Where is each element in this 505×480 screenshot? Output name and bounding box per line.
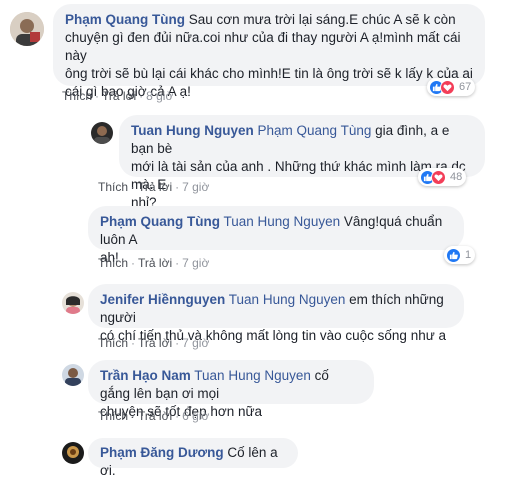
like-link[interactable]: Thích: [98, 180, 128, 194]
separator: ·: [175, 180, 180, 194]
reply-link[interactable]: Trả lời: [138, 256, 172, 270]
reaction-summary[interactable]: 1: [444, 246, 476, 264]
mention-link[interactable]: Phạm Quang Tùng: [258, 123, 372, 138]
comment-line-1: Trần Hạo Nam Tuan Hung Nguyen cố gắng lê…: [100, 367, 362, 403]
comment-actions: Thích · Trả lời · 7 giờ: [98, 180, 209, 194]
like-link[interactable]: Thích: [98, 409, 128, 423]
author-name[interactable]: Jenifer Hiềnnguyen: [100, 292, 225, 307]
comment-4: Jenifer Hiềnnguyen Tuan Hung Nguyen em t…: [0, 280, 505, 360]
comment-bubble: Phạm Quang Tùng Sau cơn mưa trời lại sán…: [53, 4, 485, 99]
timestamp[interactable]: 7 giờ: [182, 180, 209, 194]
comment-line-1: Tuan Hung Nguyen Phạm Quang Tùng gia đìn…: [131, 122, 473, 158]
comment-1: Phạm Quang Tùng Sau cơn mưa trời lại sán…: [0, 0, 505, 110]
author-name[interactable]: Trần Hạo Nam: [100, 368, 191, 383]
like-icon: [446, 247, 461, 263]
mention-link[interactable]: Tuan Hung Nguyen: [194, 368, 311, 383]
separator: ·: [175, 256, 180, 270]
timestamp[interactable]: 8 giờ: [146, 89, 173, 103]
avatar[interactable]: [62, 292, 84, 314]
reply-link[interactable]: Trả lời: [102, 89, 136, 103]
comment-actions: Thích · Trả lời · 6 giờ: [98, 409, 209, 423]
reaction-summary[interactable]: 48: [418, 168, 467, 186]
comment-3: Phạm Quang Tùng Tuan Hung Nguyen Vâng!qu…: [0, 200, 505, 280]
like-link[interactable]: Thích: [62, 89, 92, 103]
comment-2: Tuan Hung Nguyen Phạm Quang Tùng gia đìn…: [0, 110, 505, 210]
separator: ·: [139, 89, 144, 103]
love-icon: [440, 79, 455, 95]
mention-link[interactable]: Tuan Hung Nguyen: [224, 214, 341, 229]
author-name[interactable]: Phạm Quang Tùng: [100, 214, 220, 229]
reaction-count: 67: [459, 81, 472, 93]
comment-actions: Thích · Trả lời · 7 giờ: [98, 336, 209, 350]
comment-actions: Thích · Trả lời · 8 giờ: [62, 89, 173, 103]
separator: ·: [131, 409, 136, 423]
comment-line-1: Jenifer Hiềnnguyen Tuan Hung Nguyen em t…: [100, 291, 452, 327]
reaction-count: 1: [465, 249, 472, 261]
separator: ·: [175, 336, 180, 350]
author-name[interactable]: Tuan Hung Nguyen: [131, 123, 254, 138]
like-link[interactable]: Thích: [98, 336, 128, 350]
avatar[interactable]: [10, 12, 44, 46]
reply-link[interactable]: Trả lời: [138, 409, 172, 423]
comment-6: Phạm Đăng Dương Cố lên a ơi.: [0, 430, 505, 478]
reaction-count: 48: [450, 171, 463, 183]
like-link[interactable]: Thích: [98, 256, 128, 270]
timestamp[interactable]: 7 giờ: [182, 336, 209, 350]
timestamp[interactable]: 7 giờ: [182, 256, 209, 270]
separator: ·: [95, 89, 100, 103]
author-name[interactable]: Phạm Quang Tùng: [65, 12, 185, 27]
comment-line-2: chuyện gì đen đủi nữa.coi như của đi tha…: [65, 30, 461, 63]
separator: ·: [131, 336, 136, 350]
avatar[interactable]: [62, 442, 84, 464]
separator: ·: [131, 256, 136, 270]
comment-line-1: Phạm Quang Tùng Tuan Hung Nguyen Vâng!qu…: [100, 213, 452, 249]
comment-actions: Thích · Trả lời · 7 giờ: [98, 256, 209, 270]
separator: ·: [175, 409, 180, 423]
comment-line-1: Phạm Quang Tùng Sau cơn mưa trời lại sán…: [65, 11, 473, 29]
comment-bubble: Phạm Đăng Dương Cố lên a ơi.: [88, 438, 298, 478]
reaction-summary[interactable]: 67: [427, 78, 476, 96]
comment-bubble: Jenifer Hiềnnguyen Tuan Hung Nguyen em t…: [88, 284, 464, 343]
avatar[interactable]: [62, 364, 84, 386]
separator: ·: [131, 180, 136, 194]
reply-link[interactable]: Trả lời: [138, 336, 172, 350]
comment-line-3: ông trời sẽ bù lại cái khác cho mình!E t…: [65, 66, 473, 81]
author-name[interactable]: Phạm Đăng Dương: [100, 445, 224, 460]
comment-5: Trần Hạo Nam Tuan Hung Nguyen cố gắng lê…: [0, 360, 505, 430]
comment-bubble: Phạm Quang Tùng Tuan Hung Nguyen Vâng!qu…: [88, 206, 464, 265]
timestamp[interactable]: 6 giờ: [182, 409, 209, 423]
love-icon: [431, 169, 446, 185]
comment-bubble: Trần Hạo Nam Tuan Hung Nguyen cố gắng lê…: [88, 360, 374, 419]
reply-link[interactable]: Trả lời: [138, 180, 172, 194]
comment-text: Sau cơn mưa trời lại sáng.E chúc A sẽ k …: [188, 12, 456, 27]
mention-link[interactable]: Tuan Hung Nguyen: [229, 292, 346, 307]
